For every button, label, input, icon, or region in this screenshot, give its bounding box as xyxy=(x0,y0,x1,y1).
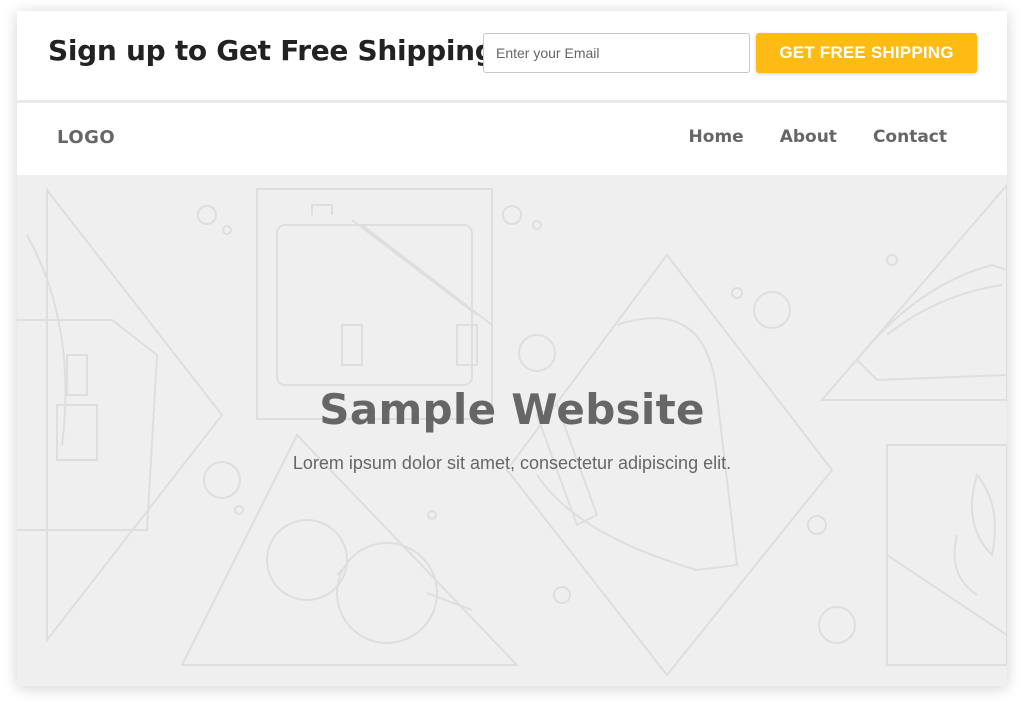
hero-title: Sample Website xyxy=(319,385,705,434)
nav-links: Home About Contact xyxy=(689,127,947,147)
email-input[interactable] xyxy=(483,33,750,73)
signup-bar: Sign up to Get Free Shipping! GET FREE S… xyxy=(17,11,1007,103)
heel-icon xyxy=(536,317,739,572)
main-nav: LOGO Home About Contact xyxy=(17,103,1007,175)
shoe-icon xyxy=(855,263,1007,382)
page-frame: Sign up to Get Free Shipping! GET FREE S… xyxy=(17,11,1007,686)
hero-subtitle: Lorem ipsum dolor sit amet, consectetur … xyxy=(292,453,732,473)
nav-link-contact[interactable]: Contact xyxy=(873,127,947,147)
plant-icon xyxy=(886,444,1007,666)
glasses-icon xyxy=(336,542,438,644)
triangle-shape xyxy=(819,183,1007,401)
get-free-shipping-button[interactable]: GET FREE SHIPPING xyxy=(756,33,977,73)
nav-link-home[interactable]: Home xyxy=(689,127,744,147)
logo[interactable]: LOGO xyxy=(57,127,115,148)
nav-link-about[interactable]: About xyxy=(780,127,837,147)
hero-section: Sample Website Lorem ipsum dolor sit ame… xyxy=(17,175,1007,686)
signup-title: Sign up to Get Free Shipping! xyxy=(48,34,507,67)
